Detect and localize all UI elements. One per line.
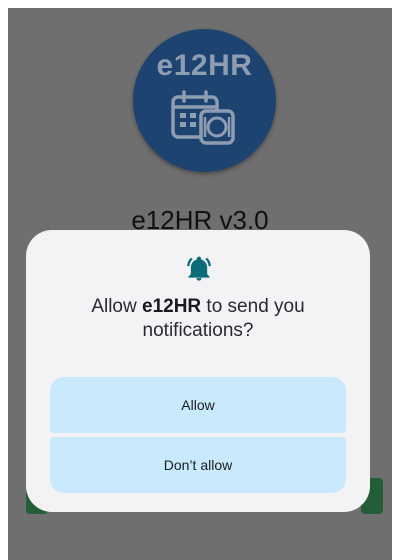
bell-icon [187, 256, 211, 281]
dont-allow-button[interactable]: Don’t allow [50, 437, 346, 493]
calendar-icon [170, 90, 235, 145]
notification-permission-dialog: Allow e12HR to send you notifications? A… [26, 230, 370, 512]
allow-button[interactable]: Allow [50, 377, 346, 433]
dialog-message: Allow e12HR to send you notifications? [46, 295, 350, 343]
app-name: e12HR [142, 296, 202, 317]
app-logo: e12HR [133, 29, 276, 172]
logo-text: e12HR [156, 49, 253, 82]
message-prefix: Allow [91, 296, 142, 317]
